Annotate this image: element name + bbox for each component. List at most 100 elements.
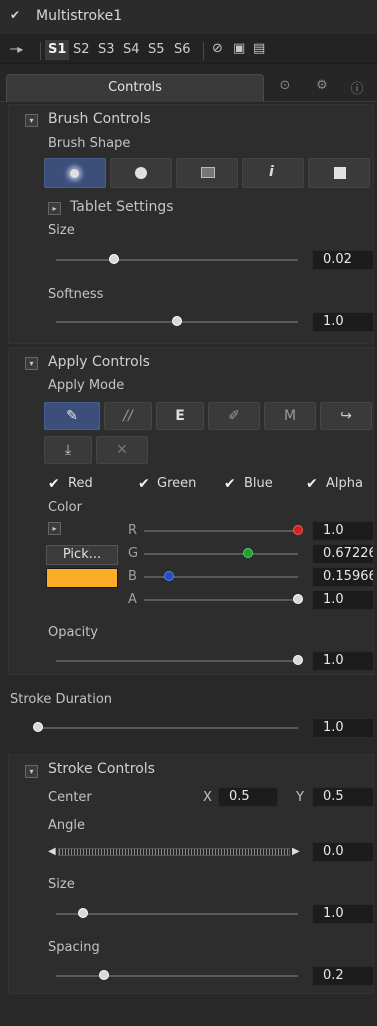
apply-paint-button[interactable]: ✎ bbox=[44, 402, 100, 430]
spacing-slider-track[interactable] bbox=[56, 975, 298, 977]
stroke-s3-button[interactable]: S3 bbox=[95, 40, 118, 60]
alpha-checkbox[interactable]: ✔ bbox=[306, 477, 320, 491]
spacing-label: Spacing bbox=[48, 940, 100, 955]
clone-icon: // bbox=[123, 408, 133, 424]
apply-emboss-button[interactable]: E bbox=[156, 402, 204, 430]
alpha-value[interactable]: 1.0 bbox=[312, 590, 374, 610]
apply-smear-button[interactable]: ↪ bbox=[320, 402, 372, 430]
softness-label: Softness bbox=[48, 287, 104, 302]
collapse-stroke-icon[interactable]: ▾ bbox=[25, 765, 38, 778]
divider bbox=[40, 42, 41, 60]
red-slider-track[interactable] bbox=[144, 530, 298, 532]
opacity-slider-knob[interactable] bbox=[293, 655, 303, 665]
opacity-slider-track[interactable] bbox=[56, 660, 298, 662]
spacing-value[interactable]: 0.2 bbox=[312, 966, 374, 986]
blue-value[interactable]: 0.159663 bbox=[312, 567, 374, 587]
info-tab-icon[interactable]: ⓘ bbox=[347, 78, 367, 98]
modifiers-tab-icon[interactable]: ⊙ bbox=[275, 78, 295, 98]
blue-check-label: Blue bbox=[244, 476, 273, 491]
tab-controls[interactable]: Controls bbox=[6, 74, 264, 102]
green-slider-track[interactable] bbox=[144, 553, 298, 555]
stroke-duration-slider-knob[interactable] bbox=[33, 722, 43, 732]
stroke-s6-button[interactable]: S6 bbox=[171, 40, 194, 60]
collapse-brush-icon[interactable]: ▾ bbox=[25, 114, 38, 127]
red-slider-knob[interactable] bbox=[293, 525, 303, 535]
stroke-s2-button[interactable]: S2 bbox=[70, 40, 93, 60]
alpha-slider-track[interactable] bbox=[144, 599, 298, 601]
apply-stamp-button[interactable]: ⤓ bbox=[44, 436, 92, 464]
stroke-size-label: Size bbox=[48, 877, 75, 892]
stroke-size-slider-track[interactable] bbox=[56, 913, 298, 915]
apply-merge-button[interactable]: M bbox=[264, 402, 316, 430]
center-x-value[interactable]: 0.5 bbox=[218, 787, 278, 807]
soft-brush-button[interactable] bbox=[44, 158, 106, 188]
inspector-tabs: Controls ⊙ ⚙ ⓘ bbox=[0, 64, 377, 102]
apply-mode-label: Apply Mode bbox=[48, 378, 125, 393]
brush-size-slider-track[interactable] bbox=[56, 259, 298, 261]
stroke-size-value[interactable]: 1.0 bbox=[312, 904, 374, 924]
expand-tablet-icon[interactable]: ▸ bbox=[48, 202, 61, 215]
brush-controls-header: Brush Controls bbox=[48, 111, 151, 127]
brush-size-label: Size bbox=[48, 223, 75, 238]
green-slider-knob[interactable] bbox=[242, 548, 253, 558]
disable-icon[interactable]: ⊘ bbox=[212, 41, 223, 56]
angle-left-arrow-icon[interactable]: ◀ bbox=[48, 846, 56, 857]
color-swatch[interactable] bbox=[46, 568, 118, 588]
opacity-value[interactable]: 1.0 bbox=[312, 651, 374, 671]
pen-brush-icon: i bbox=[269, 164, 274, 180]
alpha-channel-label: A bbox=[128, 592, 137, 607]
softness-slider-knob[interactable] bbox=[172, 316, 182, 326]
color-label: Color bbox=[48, 500, 82, 515]
save-icon[interactable]: ▤ bbox=[253, 41, 265, 56]
red-value[interactable]: 1.0 bbox=[312, 521, 374, 541]
settings-tab-icon[interactable]: ⚙ bbox=[312, 78, 332, 98]
angle-thumbwheel[interactable] bbox=[58, 848, 290, 856]
red-checkbox[interactable]: ✔ bbox=[48, 477, 62, 491]
green-checkbox[interactable]: ✔ bbox=[138, 477, 152, 491]
center-y-label: Y bbox=[296, 790, 304, 805]
single-pixel-brush-button[interactable]: i bbox=[242, 158, 304, 188]
center-y-value[interactable]: 0.5 bbox=[312, 787, 374, 807]
blue-checkbox[interactable]: ✔ bbox=[224, 477, 238, 491]
node-title: Multistroke1 bbox=[36, 8, 123, 24]
green-check-label: Green bbox=[157, 476, 197, 491]
stroke-s1-button[interactable]: S1 bbox=[45, 40, 70, 60]
green-value[interactable]: 0.672268 bbox=[312, 544, 374, 564]
tablet-settings-label[interactable]: Tablet Settings bbox=[70, 199, 174, 215]
wire-icon: ✕ bbox=[116, 442, 128, 458]
apply-clone-button[interactable]: // bbox=[104, 402, 152, 430]
angle-label: Angle bbox=[48, 818, 85, 833]
square-brush-button[interactable] bbox=[308, 158, 370, 188]
brush-shape-label: Brush Shape bbox=[48, 136, 131, 151]
alpha-slider-knob[interactable] bbox=[293, 594, 303, 604]
collapse-apply-icon[interactable]: ▾ bbox=[25, 357, 38, 370]
green-channel-label: G bbox=[128, 546, 139, 561]
brush-size-value[interactable]: 0.02 bbox=[312, 250, 374, 270]
pin-icon[interactable]: ─▸ bbox=[10, 42, 23, 56]
red-check-label: Red bbox=[68, 476, 93, 491]
stroke-controls-header: Stroke Controls bbox=[48, 761, 155, 777]
collapse-chevron-icon[interactable]: ✔ bbox=[10, 8, 26, 24]
apply-erase-button[interactable]: ✐ bbox=[208, 402, 260, 430]
lock-icon[interactable]: ▣ bbox=[233, 41, 245, 56]
angle-value[interactable]: 0.0 bbox=[312, 842, 374, 862]
square-brush-icon bbox=[334, 167, 346, 179]
expand-color-icon[interactable]: ▸ bbox=[48, 522, 61, 535]
circle-brush-button[interactable] bbox=[110, 158, 172, 188]
pick-color-button[interactable]: Pick... bbox=[46, 545, 118, 565]
stroke-size-slider-knob[interactable] bbox=[77, 908, 88, 918]
softness-value[interactable]: 1.0 bbox=[312, 312, 374, 332]
image-brush-button[interactable] bbox=[176, 158, 238, 188]
stroke-duration-slider-track[interactable] bbox=[38, 727, 298, 729]
angle-right-arrow-icon[interactable]: ▶ bbox=[292, 846, 300, 857]
apply-wire-button[interactable]: ✕ bbox=[96, 436, 148, 464]
stroke-duration-value[interactable]: 1.0 bbox=[312, 718, 374, 738]
image-brush-icon bbox=[201, 167, 215, 178]
stroke-s4-button[interactable]: S4 bbox=[120, 40, 143, 60]
stroke-duration-label: Stroke Duration bbox=[10, 692, 113, 707]
red-channel-label: R bbox=[128, 523, 138, 538]
blue-slider-knob[interactable] bbox=[163, 571, 174, 581]
stroke-s5-button[interactable]: S5 bbox=[145, 40, 168, 60]
stroke-selector-bar: ─▸ S1 S2 S3 S4 S5 S6 ⊘ ▣ ▤ bbox=[0, 34, 377, 64]
eraser-icon: ✐ bbox=[228, 408, 240, 424]
